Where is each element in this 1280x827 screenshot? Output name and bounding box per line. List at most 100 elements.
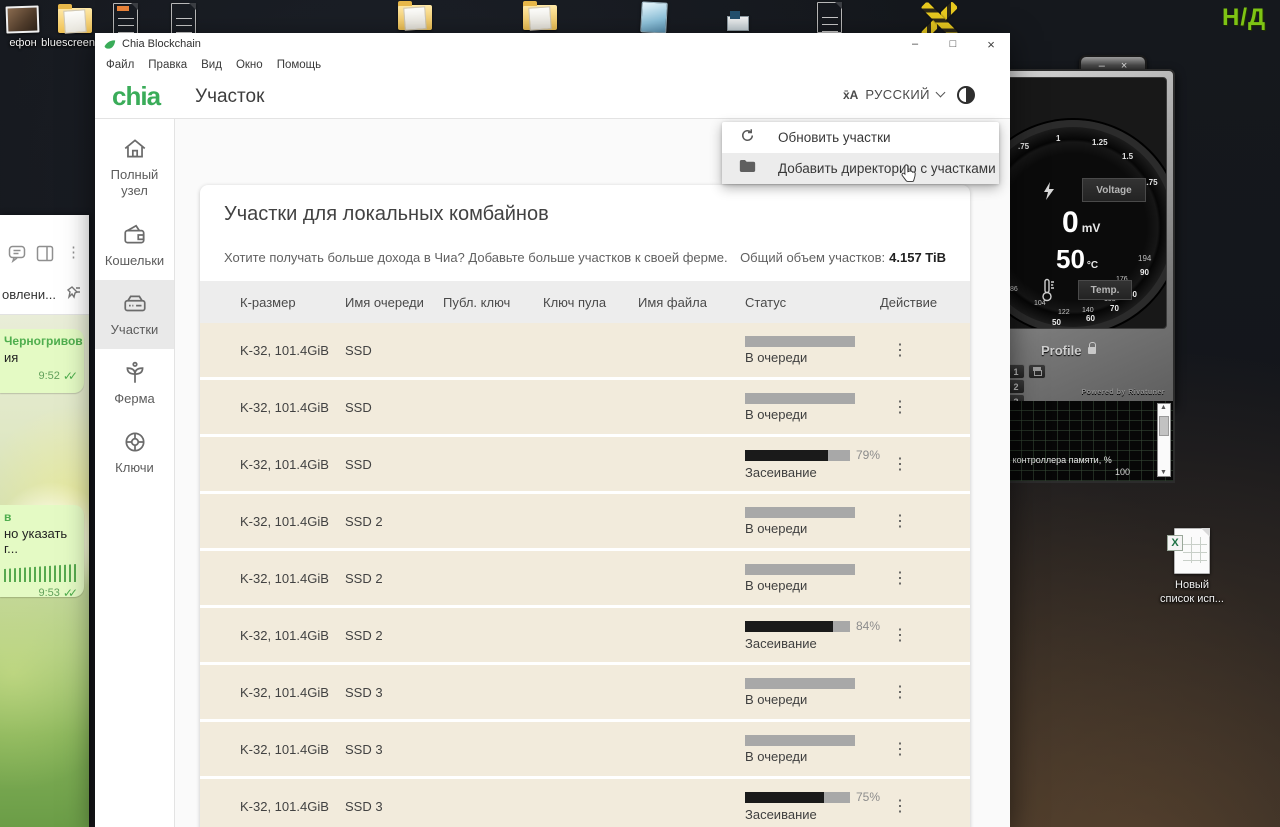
menubar-item[interactable]: Файл (99, 59, 141, 71)
chat-background: Черногривов ия 9:52 ✓✓ в но указать г... … (0, 315, 89, 827)
desktop-icon-bluescreen-folder[interactable] (58, 4, 92, 33)
close-button[interactable]: × (972, 33, 1010, 55)
desktop-icon-folder[interactable] (398, 1, 432, 30)
powered-by-label: Powered by Rivatuner (1081, 389, 1165, 396)
menubar-item[interactable]: Вид (194, 59, 229, 71)
progress-bar (745, 677, 855, 689)
plot-status: В очереди (745, 349, 808, 365)
progress-percent: 75% (855, 790, 880, 804)
scrollbar-thumb[interactable] (1159, 416, 1169, 436)
message-time: 9:52 (38, 370, 60, 382)
row-actions-button[interactable]: ⋮ (880, 798, 908, 815)
sidebar-item-full-node[interactable]: Полный узел (95, 125, 174, 211)
menu-item-add-plot-directory[interactable]: Добавить директорию с участками (722, 153, 999, 184)
message-sender: Черногривов (4, 334, 83, 348)
maximize-button[interactable]: □ (934, 33, 972, 55)
scale-tick-label: 1 (1056, 134, 1061, 143)
minimize-button[interactable]: – (896, 33, 934, 55)
temp-unit: °C (1086, 260, 1099, 271)
plot-ksize: K-32, 101.4GiB (240, 399, 329, 415)
theme-toggle-icon[interactable] (957, 86, 975, 104)
widget-body: .7511.251.51.75 17615814012210486 506070… (995, 69, 1175, 439)
language-selector[interactable]: x̄A РУССКИЙ (843, 87, 946, 102)
sidebar-item-wallets[interactable]: Кошельки (95, 211, 174, 280)
refresh-icon (739, 127, 756, 149)
row-actions-button[interactable]: ⋮ (880, 456, 908, 473)
save-profile-button[interactable] (1028, 364, 1046, 379)
scale-tick-label: 1.25 (1092, 138, 1108, 147)
row-actions-button[interactable]: ⋮ (880, 399, 908, 416)
menu-item-label: Обновить участки (778, 130, 891, 145)
voltage-unit: mV (1081, 221, 1101, 235)
plot-ksize: K-32, 101.4GiB (240, 741, 329, 757)
plot-queue-name: SSD 3 (345, 741, 383, 757)
chat-message[interactable]: Черногривов ия 9:52 ✓✓ (0, 329, 84, 393)
voice-waveform[interactable] (4, 564, 77, 582)
scale-tick-label: 70 (1110, 304, 1119, 313)
row-actions-button[interactable]: ⋮ (880, 570, 908, 587)
scale-tick-label: 86 (1010, 286, 1018, 293)
graph-caption: ка контроллера памяти, % (1001, 455, 1112, 465)
row-actions-button[interactable]: ⋮ (880, 513, 908, 530)
desktop-icon-photo[interactable] (5, 5, 40, 34)
plot-ksize: K-32, 101.4GiB (240, 456, 329, 472)
message-time: 9:53 (38, 587, 60, 599)
row-actions-button[interactable]: ⋮ (880, 627, 908, 644)
folder-icon (523, 1, 557, 30)
menubar-item[interactable]: Окно (229, 59, 270, 71)
desktop-icon-crossed[interactable] (921, 2, 957, 36)
progress-bar (745, 506, 855, 518)
row-actions-button[interactable]: ⋮ (880, 684, 908, 701)
graph-scrollbar[interactable] (1157, 403, 1171, 477)
comments-icon[interactable] (8, 245, 28, 268)
menubar-item[interactable]: Правка (141, 59, 194, 71)
sidebar-toggle-icon[interactable] (36, 245, 54, 267)
plot-table-row: K-32, 101.4GiB SSD В очереди ⋮ (200, 380, 970, 434)
desktop-icon-document[interactable] (817, 2, 842, 33)
menubar-item[interactable]: Помощь (270, 59, 328, 71)
window-titlebar[interactable]: Chia Blockchain – □ × (95, 33, 1010, 55)
telegram-window[interactable]: ⋮ овлени... Черногривов ия 9:52 ✓✓ в но у… (0, 215, 89, 827)
sidebar-item-farm[interactable]: Ферма (95, 349, 174, 418)
message-text: ия (4, 350, 19, 365)
drive-icon (123, 295, 146, 312)
excel-file-icon: X (1167, 528, 1210, 574)
plot-queue-name: SSD 3 (345, 684, 383, 700)
progress-fill (745, 791, 824, 803)
menu-item-refresh-plots[interactable]: Обновить участки (722, 122, 999, 153)
plot-queue-name: SSD 2 (345, 627, 383, 643)
plot-table-row: K-32, 101.4GiB SSD 2 В очереди ⋮ (200, 494, 970, 548)
sidebar-item-label: Полный узел (110, 167, 159, 199)
plot-ksize: K-32, 101.4GiB (240, 342, 329, 358)
desktop-icon-document[interactable] (171, 3, 196, 34)
desktop-icon-excel[interactable]: X Новый список исп... (1152, 528, 1232, 607)
plot-ksize: K-32, 101.4GiB (240, 513, 329, 529)
sidebar-item-label: Кошельки (104, 252, 165, 268)
pinned-chat-title: овлени... (2, 287, 56, 302)
plot-table-row: K-32, 101.4GiB SSD 3 В очереди ⋮ (200, 665, 970, 719)
desktop-icon-folder[interactable] (523, 1, 557, 30)
progress-bar (745, 734, 855, 746)
desktop-icon-notepad[interactable] (640, 1, 668, 34)
profile-label: Profile (1041, 343, 1082, 358)
progress-fill (745, 449, 828, 461)
more-menu-icon[interactable]: ⋮ (66, 243, 81, 261)
plot-status: Засеивание (745, 465, 817, 480)
main-content: Участки для локальных комбайнов Хотите п… (175, 119, 1010, 827)
progress-bar (745, 563, 855, 575)
telegram-header: ⋮ овлени... (0, 215, 89, 315)
plots-table: K-32, 101.4GiB SSD В очереди ⋮ K-32, 101… (200, 323, 970, 827)
sidebar: Полный узел Кошельки Участки Ферма Ключи (95, 119, 175, 827)
sidebar-item-plots[interactable]: Участки (95, 279, 174, 349)
lock-icon[interactable] (1088, 342, 1097, 354)
desktop-icon-document[interactable] (113, 3, 138, 34)
temp-scale-194: 194 (1138, 254, 1152, 263)
plot-status: В очереди (745, 748, 808, 764)
scale-tick-label: 140 (1082, 307, 1094, 314)
chat-message[interactable]: в но указать г... 9:53 ✓✓ (0, 505, 84, 600)
row-actions-button[interactable]: ⋮ (880, 342, 908, 359)
desktop-icon-window[interactable] (727, 11, 749, 31)
sidebar-item-keys[interactable]: Ключи (95, 418, 174, 487)
progress-bar (745, 392, 855, 404)
row-actions-button[interactable]: ⋮ (880, 741, 908, 758)
